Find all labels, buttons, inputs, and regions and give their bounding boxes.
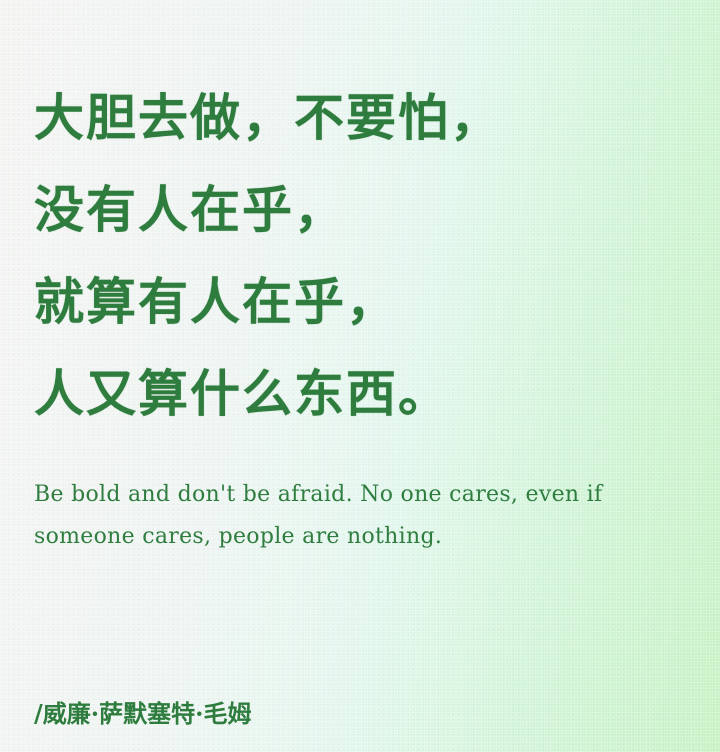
quote-line-2: 没有人在乎， [34,180,346,239]
english-translation: Be bold and don't be afraid. No one care… [34,482,603,549]
quote-line-4: 人又算什么东西。 [34,364,450,423]
chinese-quote: 大胆去做，不要怕， 没有人在乎， 就算有人在乎， 人又算什么东西。 [34,72,694,440]
author-attribution: /威廉·萨默塞特·毛姆 [34,699,252,728]
quote-line-3: 就算有人在乎， [34,272,398,331]
quote-line-1: 大胆去做，不要怕， [34,88,502,147]
